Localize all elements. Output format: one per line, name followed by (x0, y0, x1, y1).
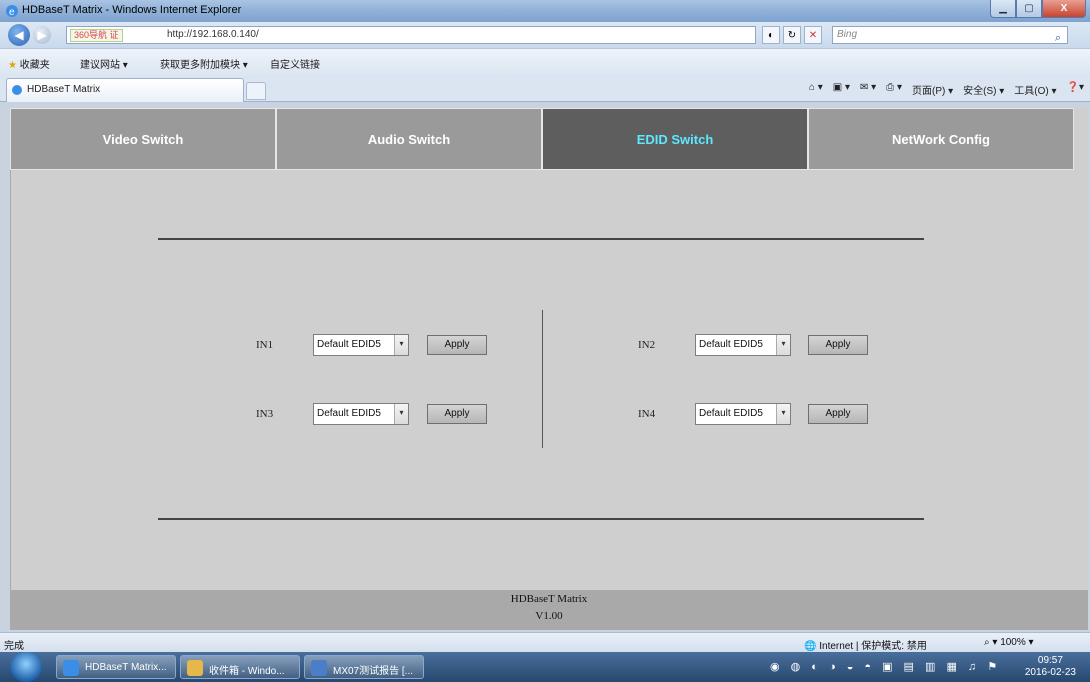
top-divider (158, 238, 924, 240)
svg-text:e: e (9, 7, 15, 18)
chevron-down-icon[interactable]: ▾ (394, 404, 408, 424)
in3-label: IN3 (256, 408, 274, 420)
tab-network-config[interactable]: NetWork Config (808, 108, 1074, 170)
ie-logo-icon: e (6, 5, 18, 18)
address-actions: ◐ ↻ ✕ (762, 26, 822, 44)
maximize-button[interactable]: ▢ (1016, 0, 1042, 18)
task-inbox[interactable]: 收件箱 - Windo... (180, 655, 300, 679)
search-input[interactable]: Bing ⌕ (832, 26, 1068, 44)
footer-version: V1.00 (535, 610, 563, 622)
fav-suggested-sites[interactable]: 建议网站 ▾ (80, 56, 128, 71)
tab-title: HDBaseT Matrix (27, 84, 101, 95)
chevron-down-icon[interactable]: ▾ (776, 335, 790, 355)
safety-menu[interactable]: 安全(S) ▾ (963, 82, 1004, 97)
new-tab-button[interactable] (246, 82, 266, 100)
in2-edid-select[interactable]: Default EDID5 ▾ (695, 334, 791, 356)
chevron-down-icon[interactable]: ▾ (776, 404, 790, 424)
tab-video-switch[interactable]: Video Switch (10, 108, 276, 170)
mail-icon[interactable]: ✉ ▾ (860, 82, 876, 97)
stop-button[interactable]: ✕ (804, 26, 822, 44)
ie-task-icon (63, 660, 79, 676)
in1-apply-button[interactable]: Apply (427, 335, 487, 355)
refresh-button[interactable]: ↻ (783, 26, 801, 44)
close-icon: X (1060, 3, 1068, 14)
in2-label: IN2 (638, 339, 656, 351)
tab-edid-switch[interactable]: EDID Switch (542, 108, 808, 170)
print-icon[interactable]: ⎙ ▾ (886, 82, 902, 97)
status-text: 完成 (4, 641, 24, 652)
feeds-icon[interactable]: ▣ ▾ (833, 82, 850, 97)
in1-label: IN1 (256, 339, 274, 351)
start-button[interactable] (10, 652, 42, 682)
in2-edid-value: Default EDID5 (699, 339, 763, 350)
in4-edid-select[interactable]: Default EDID5 ▾ (695, 403, 791, 425)
in1-edid-select[interactable]: Default EDID5 ▾ (313, 334, 409, 356)
refresh-icon: ↻ (787, 29, 797, 41)
maximize-icon: ▢ (1024, 3, 1034, 14)
task-ie[interactable]: HDBaseT Matrix... (56, 655, 176, 679)
in2-apply-button[interactable]: Apply (808, 335, 868, 355)
fav-get-addons[interactable]: 获取更多附加模块 ▾ (160, 56, 248, 71)
home-icon[interactable]: ⌂ ▾ (809, 82, 823, 97)
in3-edid-value: Default EDID5 (317, 408, 381, 419)
footer-product: HDBaseT Matrix (510, 593, 588, 605)
chevron-down-icon[interactable]: ▾ (394, 335, 408, 355)
fav-custom-links[interactable]: 自定义链接 (270, 56, 320, 71)
url-text: http://192.168.0.140/ (167, 29, 259, 40)
tab-bar: HDBaseT Matrix ⌂ ▾ ▣ ▾ ✉ ▾ ⎙ ▾ 页面(P) ▾ 安… (0, 76, 1090, 102)
help-icon[interactable]: ❓▾ (1067, 82, 1084, 97)
browser-tab[interactable]: HDBaseT Matrix (6, 78, 244, 102)
page-body (10, 108, 1088, 628)
clock-date: 2016-02-23 (1024, 667, 1076, 678)
window-title-bar: e HDBaseT Matrix - Windows Internet Expl… (0, 0, 1090, 22)
in4-label: IN4 (638, 408, 656, 420)
address-input[interactable]: 360导航 证 http://192.168.0.140/ (66, 26, 756, 44)
compat-icon: ◐ (767, 29, 775, 41)
command-bar: ⌂ ▾ ▣ ▾ ✉ ▾ ⎙ ▾ 页面(P) ▾ 安全(S) ▾ 工具(O) ▾ … (809, 82, 1084, 97)
main-nav: Video Switch Audio Switch EDID Switch Ne… (10, 108, 1088, 170)
in4-edid-value: Default EDID5 (699, 408, 763, 419)
favorites-button[interactable]: ★ 收藏夹 (8, 56, 50, 71)
favorites-bar: ★ 收藏夹 建议网站 ▾ 获取更多附加模块 ▾ 自定义链接 (0, 48, 1090, 76)
globe-icon: 🌐 (804, 641, 817, 652)
back-button[interactable]: ◀ (8, 24, 30, 46)
window-controls: ▁ ▢ X (990, 0, 1086, 18)
task-report[interactable]: MX07测试报告 [... (304, 655, 424, 679)
tools-menu[interactable]: 工具(O) ▾ (1014, 82, 1056, 97)
bottom-divider (158, 518, 924, 520)
taskbar: HDBaseT Matrix... 收件箱 - Windo... MX07测试报… (0, 652, 1090, 682)
security-zone[interactable]: 🌐 Internet | 保护模式: 禁用 (804, 637, 927, 652)
minimize-icon: ▁ (999, 3, 1007, 14)
page-footer: HDBaseT Matrix V1.00 (10, 590, 1088, 630)
in3-apply-button[interactable]: Apply (427, 404, 487, 424)
mail-task-icon (187, 660, 203, 676)
close-button[interactable]: X (1042, 0, 1086, 18)
star-icon: ★ (8, 60, 17, 71)
tab-audio-switch[interactable]: Audio Switch (276, 108, 542, 170)
in1-edid-value: Default EDID5 (317, 339, 381, 350)
compat-view-button[interactable]: ◐ (762, 26, 780, 44)
forward-button[interactable]: ▶ (33, 26, 51, 44)
in4-apply-button[interactable]: Apply (808, 404, 868, 424)
doc-task-icon (311, 660, 327, 676)
page-menu[interactable]: 页面(P) ▾ (912, 82, 953, 97)
column-divider (542, 310, 543, 448)
clock[interactable]: 09:57 2016-02-23 (1025, 655, 1076, 679)
minimize-button[interactable]: ▁ (990, 0, 1016, 18)
ie-page-icon (12, 85, 22, 95)
clock-time: 09:57 (1037, 655, 1063, 666)
in3-edid-select[interactable]: Default EDID5 ▾ (313, 403, 409, 425)
address-toolbar: ◀ ▶ 360导航 证 http://192.168.0.140/ ◐ ↻ ✕ … (0, 22, 1090, 48)
window-title: HDBaseT Matrix - Windows Internet Explor… (22, 4, 242, 16)
stop-icon: ✕ (808, 29, 818, 41)
nav-360-badge[interactable]: 360导航 证 (70, 29, 123, 42)
search-icon[interactable]: ⌕ (1055, 32, 1061, 45)
system-tray[interactable]: ◉ ◍ ◐ ◑ ◒ ◓ ▣ ▤ ▥ ▦ ♫ ⚑ (770, 660, 1001, 673)
zoom-control[interactable]: ⌕ ▾ 100% ▾ (984, 637, 1034, 648)
back-arrow-icon: ◀ (14, 28, 24, 42)
forward-arrow-icon: ▶ (37, 28, 47, 42)
status-bar: 完成 🌐 Internet | 保护模式: 禁用 ⌕ ▾ 100% ▾ (0, 632, 1090, 652)
search-placeholder: Bing (837, 29, 858, 40)
